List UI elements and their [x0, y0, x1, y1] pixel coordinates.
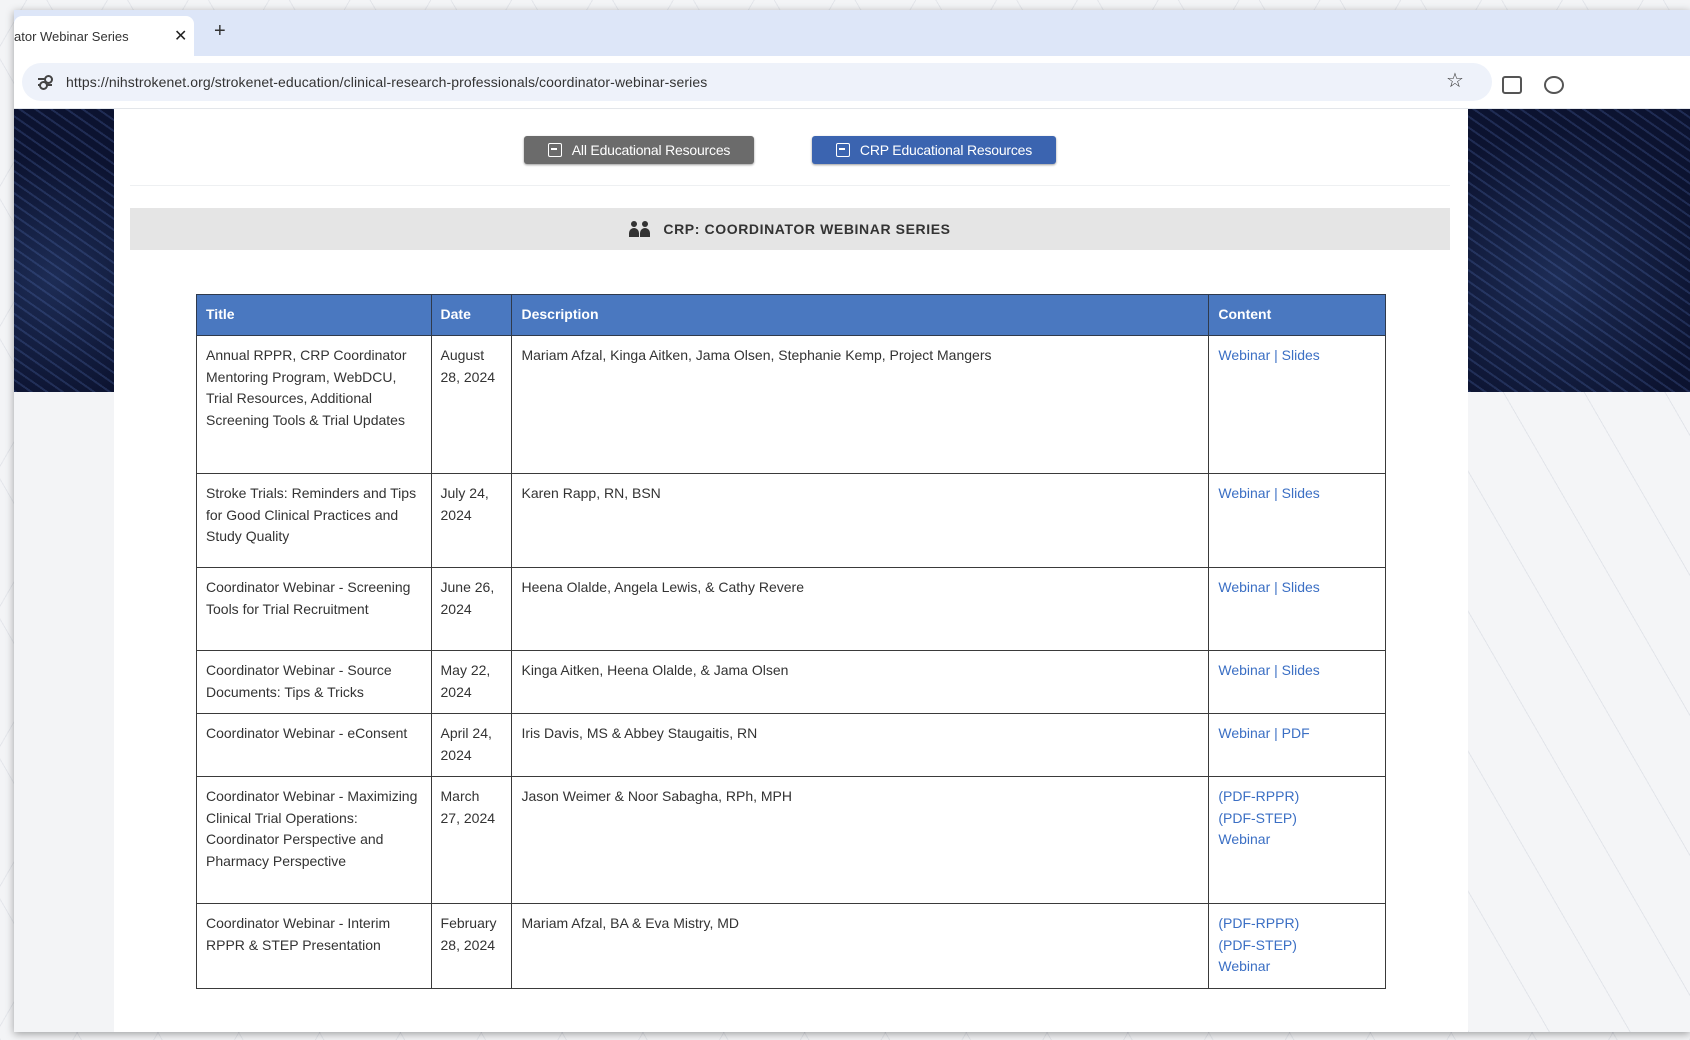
row-description: Karen Rapp, RN, BSN [511, 473, 1210, 568]
page-margin-right [1468, 392, 1690, 1032]
row-content: (PDF-RPPR) (PDF-STEP) Webinar [1208, 903, 1386, 989]
row-description: Heena Olalde, Angela Lewis, & Cathy Reve… [511, 567, 1210, 651]
browser-window: ator Webinar Series ✕ + https://nihstrok… [14, 10, 1690, 1032]
table-row: Coordinator Webinar - eConsent April 24,… [196, 713, 1386, 777]
close-tab-icon[interactable]: ✕ [174, 26, 187, 46]
section-title: CRP: COORDINATOR WEBINAR SERIES [663, 221, 951, 237]
header-banner-left [14, 109, 114, 392]
table-row: Coordinator Webinar - Interim RPPR & STE… [196, 903, 1386, 989]
row-title: Stroke Trials: Reminders and Tips for Go… [196, 473, 432, 568]
row-content: Webinar | PDF [1208, 713, 1386, 777]
header-banner-right [1468, 109, 1690, 392]
column-header-title: Title [196, 294, 432, 336]
site-info-icon[interactable] [38, 75, 54, 90]
table-row: Coordinator Webinar - Maximizing Clinica… [196, 776, 1386, 904]
webinar-link[interactable]: Webinar [1218, 347, 1270, 363]
url-text: https://nihstrokenet.org/strokenet-educa… [66, 74, 708, 90]
row-content: Webinar | Slides [1208, 650, 1386, 714]
row-date: February 28, 2024 [430, 903, 513, 989]
web-page: All Educational Resources CRP Educationa… [14, 109, 1690, 1032]
slides-link[interactable]: Slides [1282, 485, 1320, 501]
row-description: Iris Davis, MS & Abbey Staugaitis, RN [511, 713, 1210, 777]
row-date: May 22, 2024 [430, 650, 513, 714]
row-title: Coordinator Webinar - Source Documents: … [196, 650, 432, 714]
row-description: Kinga Aitken, Heena Olalde, & Jama Olsen [511, 650, 1210, 714]
row-content: Webinar | Slides [1208, 335, 1386, 474]
slides-link[interactable]: Slides [1282, 347, 1320, 363]
pdf-link[interactable]: PDF [1282, 725, 1310, 741]
row-title: Annual RPPR, CRP Coordinator Mentoring P… [196, 335, 432, 474]
pdf-rppr-link[interactable]: (PDF-RPPR) [1218, 788, 1299, 804]
webinar-link[interactable]: Webinar [1218, 958, 1270, 974]
main-content: All Educational Resources CRP Educationa… [114, 109, 1468, 1032]
tab-strip: ator Webinar Series ✕ + [14, 10, 1690, 56]
row-date: June 26, 2024 [430, 567, 513, 651]
extension-icon[interactable] [1502, 76, 1522, 94]
row-date: July 24, 2024 [430, 473, 513, 568]
profile-icon[interactable] [1544, 76, 1564, 94]
row-title: Coordinator Webinar - Screening Tools fo… [196, 567, 432, 651]
row-date: April 24, 2024 [430, 713, 513, 777]
column-header-date: Date [430, 294, 513, 336]
table-header-row: Title Date Description Content [196, 294, 1386, 336]
row-description: Jason Weimer & Noor Sabagha, RPh, MPH [511, 776, 1210, 904]
row-title: Coordinator Webinar - Interim RPPR & STE… [196, 903, 432, 989]
row-content: Webinar | Slides [1208, 567, 1386, 651]
pdf-step-link[interactable]: (PDF-STEP) [1218, 937, 1297, 953]
sign-in-icon [835, 143, 850, 157]
table-row: Annual RPPR, CRP Coordinator Mentoring P… [196, 335, 1386, 474]
row-title: Coordinator Webinar - Maximizing Clinica… [196, 776, 432, 904]
all-educational-resources-button[interactable]: All Educational Resources [524, 136, 754, 164]
webinar-link[interactable]: Webinar [1218, 662, 1270, 678]
webinar-table: Title Date Description Content Annual RP… [196, 294, 1386, 989]
all-educational-resources-label: All Educational Resources [571, 142, 731, 158]
row-date: August 28, 2024 [430, 335, 513, 474]
row-description: Mariam Afzal, Kinga Aitken, Jama Olsen, … [511, 335, 1210, 474]
new-tab-icon[interactable]: + [214, 20, 226, 43]
address-bar[interactable]: https://nihstrokenet.org/strokenet-educa… [22, 63, 1492, 101]
row-content: Webinar | Slides [1208, 473, 1386, 568]
column-header-content: Content [1208, 294, 1386, 336]
slides-link[interactable]: Slides [1282, 579, 1320, 595]
table-row: Stroke Trials: Reminders and Tips for Go… [196, 473, 1386, 568]
browser-toolbar: https://nihstrokenet.org/strokenet-educa… [14, 56, 1690, 109]
users-icon [629, 220, 653, 238]
crp-educational-resources-button[interactable]: CRP Educational Resources [812, 136, 1056, 164]
crp-educational-resources-label: CRP Educational Resources [859, 142, 1033, 158]
row-description: Mariam Afzal, BA & Eva Mistry, MD [511, 903, 1210, 989]
row-title: Coordinator Webinar - eConsent [196, 713, 432, 777]
pdf-rppr-link[interactable]: (PDF-RPPR) [1218, 915, 1299, 931]
bookmark-star-icon[interactable]: ☆ [1446, 68, 1464, 93]
section-header: CRP: COORDINATOR WEBINAR SERIES [130, 208, 1450, 250]
sign-in-icon [547, 143, 562, 157]
table-row: Coordinator Webinar - Screening Tools fo… [196, 567, 1386, 651]
webinar-link[interactable]: Webinar [1218, 831, 1270, 847]
column-header-description: Description [511, 294, 1210, 336]
row-content: (PDF-RPPR) (PDF-STEP) Webinar [1208, 776, 1386, 904]
pdf-step-link[interactable]: (PDF-STEP) [1218, 810, 1297, 826]
tab-title: ator Webinar Series [14, 28, 129, 44]
page-margin-left [14, 392, 114, 1032]
slides-link[interactable]: Slides [1282, 662, 1320, 678]
browser-tab[interactable]: ator Webinar Series ✕ [14, 16, 194, 56]
table-row: Coordinator Webinar - Source Documents: … [196, 650, 1386, 714]
row-date: March 27, 2024 [430, 776, 513, 904]
divider [130, 185, 1450, 186]
webinar-link[interactable]: Webinar [1218, 725, 1270, 741]
webinar-link[interactable]: Webinar [1218, 485, 1270, 501]
webinar-link[interactable]: Webinar [1218, 579, 1270, 595]
